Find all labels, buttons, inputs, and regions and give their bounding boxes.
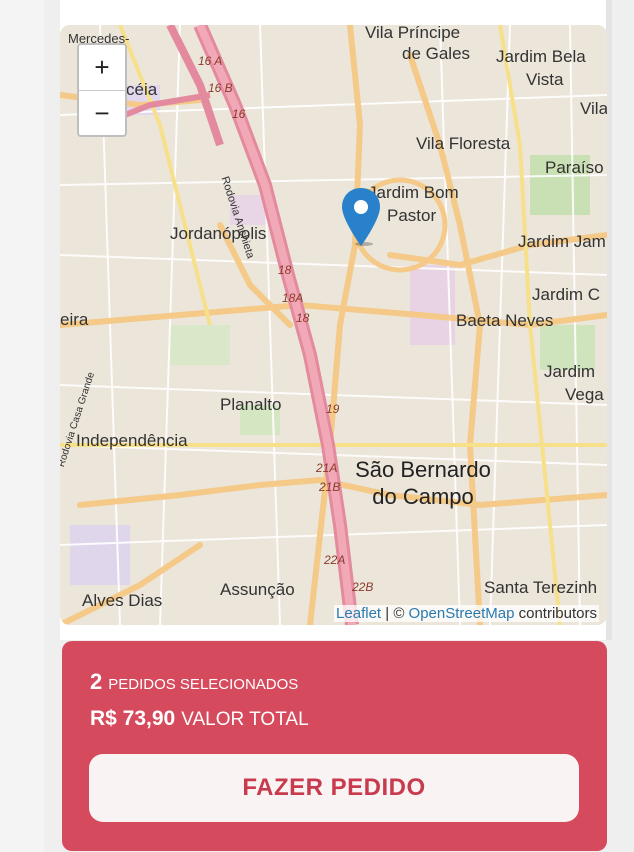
- label-alves-dias: Alves Dias: [82, 591, 163, 610]
- order-total-value: R$ 73,90: [90, 707, 176, 730]
- zoom-out-button[interactable]: −: [79, 91, 125, 136]
- label-santa-terezinha: Santa Terezinh: [484, 578, 598, 597]
- road-number: 16 B: [208, 81, 233, 95]
- label-jardim-bom: Jardim Bom: [368, 183, 459, 202]
- label-vista: Vista: [526, 70, 564, 89]
- road-number: 18: [296, 311, 310, 325]
- road-number: 16: [232, 107, 246, 121]
- road-number: 22B: [352, 580, 374, 594]
- label-eira: eira: [60, 310, 89, 329]
- order-summary-panel: 2 PEDIDOS SELECIONADOS R$ 73,90 VALOR TOTA…: [62, 641, 607, 851]
- location-marker-icon[interactable]: [342, 188, 380, 251]
- label-jardim-c: Jardim C: [532, 285, 601, 304]
- label-jardim-jam: Jardim Jam: [518, 232, 606, 251]
- zoom-in-button[interactable]: +: [79, 45, 125, 91]
- order-total-label: VALOR TOTAL: [181, 709, 309, 730]
- road-number: 21A: [316, 461, 338, 475]
- label-jordanopolis: Jordanópolis: [170, 224, 267, 243]
- order-total: R$ 73,90 VALOR TOTAL: [90, 707, 309, 731]
- zoom-control: + −: [77, 43, 127, 137]
- label-planalto: Planalto: [220, 395, 282, 414]
- attribution-separator: | ©: [381, 605, 409, 622]
- road-number: 19: [326, 402, 340, 416]
- orders-count-value: 2: [90, 669, 103, 694]
- map-view[interactable]: Mercedes- céia Vila Príncipe de Gales Ja…: [60, 25, 607, 625]
- label-vila-principe: Vila Príncipe: [365, 25, 461, 42]
- road-number: 18: [278, 263, 292, 277]
- road-number: 21B: [319, 480, 341, 494]
- label-independencia: Independência: [76, 431, 188, 450]
- label-vila-floresta: Vila Floresta: [416, 134, 511, 153]
- road-number: 22A: [324, 553, 346, 567]
- openstreetmap-link[interactable]: OpenStreetMap: [409, 605, 515, 622]
- map-attribution: Leaflet | © OpenStreetMap contributors: [334, 605, 599, 622]
- page-left-gutter: [0, 0, 44, 852]
- label-pastor: Pastor: [387, 206, 437, 225]
- road-number: 18A: [282, 291, 304, 305]
- attribution-contributors: contributors: [514, 605, 597, 622]
- road-number: 16 A: [198, 54, 223, 68]
- label-baeta-neves: Baeta Neves: [456, 311, 554, 330]
- orders-count-label: PEDIDOS SELECIONADOS: [108, 676, 299, 693]
- label-jardim-edge: Jardim: [544, 362, 596, 381]
- label-assuncao: Assunção: [220, 580, 295, 599]
- place-order-button[interactable]: FAZER PEDIDO: [89, 754, 579, 822]
- label-ceia: céia: [126, 80, 158, 99]
- label-vega: Vega: [565, 385, 604, 404]
- selected-orders-count: 2 PEDIDOS SELECIONADOS: [90, 669, 298, 695]
- label-de-gales: de Gales: [402, 44, 471, 63]
- label-sao-bernardo: São Bernardo do Campo: [355, 457, 491, 509]
- leaflet-link[interactable]: Leaflet: [336, 605, 381, 622]
- label-vila-edge: Vila: [580, 99, 607, 118]
- label-paraiso: Paraíso: [545, 158, 604, 177]
- label-jardim-bela: Jardim Bela: [496, 47, 586, 66]
